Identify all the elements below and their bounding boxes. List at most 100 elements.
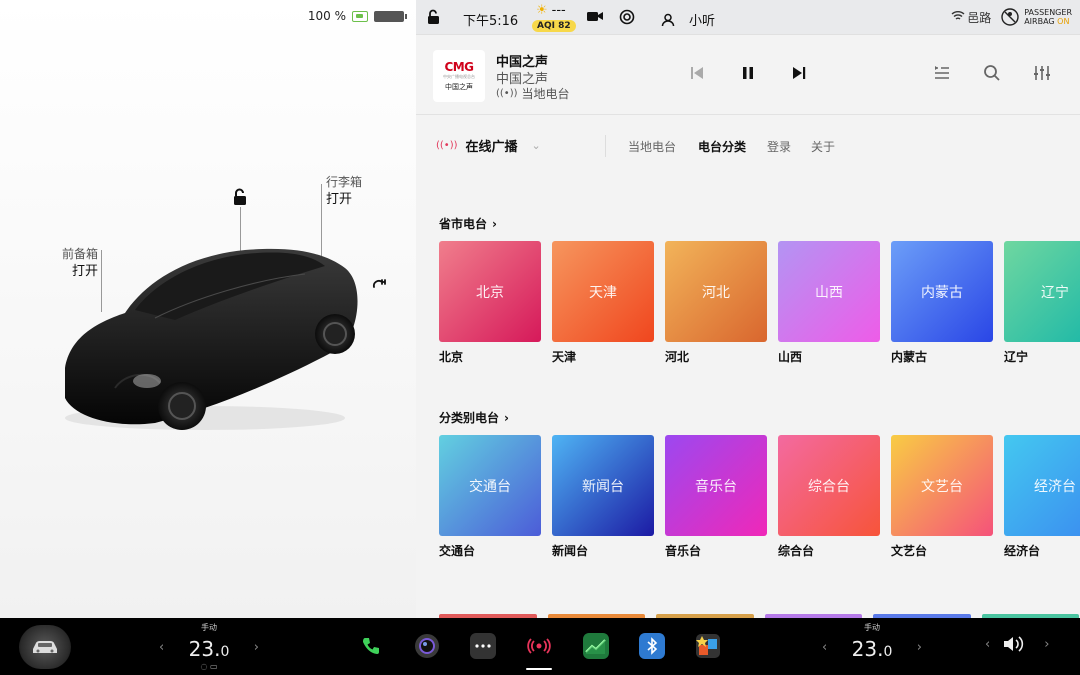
media-app: 下午5:16 ☀ --- AQI 82 小听 邑路 PASSENGER AIRB…: [416, 0, 1080, 618]
tile-art: 新闻台: [552, 435, 654, 536]
tab-station-categories[interactable]: 电台分类: [698, 138, 746, 155]
tile-art: 综合台: [778, 435, 880, 536]
phone-icon[interactable]: [358, 633, 384, 659]
radio-icon[interactable]: [526, 633, 552, 659]
tile-art: 交通台: [439, 435, 541, 536]
chevron-right-icon[interactable]: ›: [254, 640, 259, 655]
weather[interactable]: ☀ ---: [536, 3, 566, 18]
logo-name: 中国之声: [445, 83, 473, 91]
tile-art: 河北: [665, 241, 767, 342]
station-tile[interactable]: 辽宁 辽宁: [1004, 241, 1080, 365]
wifi-icon: [951, 10, 965, 24]
temp-decimal: 0: [220, 644, 230, 660]
tile-caption: 音乐台: [665, 544, 702, 558]
queue-icon[interactable]: [933, 64, 951, 82]
tile-caption: 新闻台: [552, 544, 589, 558]
search-icon[interactable]: [983, 64, 1001, 82]
station-logo[interactable]: CMG 中央广播电视总台 中国之声: [433, 50, 485, 102]
tab-login[interactable]: 登录: [767, 138, 791, 155]
game-icon[interactable]: [695, 633, 721, 659]
user-profile[interactable]: 小听: [661, 10, 715, 29]
provincial-row: 北京 北京 天津 天津 河北 河北 山西 山西 内蒙古 内蒙古 辽宁 辽宁: [439, 241, 1080, 365]
station-tile[interactable]: 河北 河北: [665, 241, 767, 365]
unlock-icon[interactable]: [231, 188, 249, 206]
tile-caption: 天津: [552, 350, 577, 364]
airbag-status: PASSENGER AIRBAG ON: [1001, 8, 1072, 26]
broadcast-icon: ((•)): [436, 140, 458, 151]
section-title: 省市电台: [439, 217, 488, 231]
tile-caption: 内蒙古: [891, 350, 928, 364]
tile-caption: 经济台: [1004, 544, 1041, 558]
airbag-line2: AIRBAG: [1024, 17, 1055, 26]
station-tile[interactable]: 内蒙古 内蒙古: [891, 241, 993, 365]
speaker-icon[interactable]: [1002, 635, 1026, 653]
temp-main: 23.: [851, 637, 884, 661]
status-bar: 下午5:16 ☀ --- AQI 82 小听 邑路 PASSENGER AIRB…: [416, 0, 1080, 35]
vehicle-panel: 100 % 行李箱 打开 前备箱 打开: [0, 0, 416, 618]
station-tile[interactable]: 交通台 交通台: [439, 435, 541, 559]
user-icon: [661, 13, 675, 26]
car-image[interactable]: [55, 238, 365, 438]
tab-about[interactable]: 关于: [811, 138, 835, 155]
airbag-line1: PASSENGER: [1024, 8, 1072, 17]
tile-caption: 辽宁: [1004, 350, 1029, 364]
station-tile[interactable]: 新闻台 新闻台: [552, 435, 654, 559]
trunk-callout[interactable]: 行李箱 打开: [326, 174, 362, 208]
chevron-left-icon[interactable]: ‹: [985, 637, 990, 652]
category-row: 交通台 交通台 新闻台 新闻台 音乐台 音乐台 综合台 综合台 文艺台 文艺台 经济台 经济…: [439, 435, 1080, 559]
passenger-climate[interactable]: 手动 ‹ 23.0 ›: [818, 620, 926, 674]
station-tile[interactable]: 经济台 经济台: [1004, 435, 1080, 559]
previous-button[interactable]: [688, 64, 706, 82]
car-button[interactable]: [19, 625, 71, 669]
bluetooth-icon[interactable]: [639, 633, 665, 659]
section-provincial-header[interactable]: 省市电台 ›: [439, 215, 497, 232]
station-tile[interactable]: 山西 山西: [778, 241, 880, 365]
tab-local-stations[interactable]: 当地电台: [628, 138, 676, 155]
more-icon[interactable]: [470, 633, 496, 659]
bottom-dock: 手动 ‹ 23.0 › ◌ ▭ 手动 ‹ 23.0 › ‹ ›: [0, 618, 1080, 675]
station-tile[interactable]: 综合台 综合台: [778, 435, 880, 559]
passenger-temp: 23.0: [818, 637, 926, 661]
active-app-indicator: [526, 668, 552, 670]
aqi-badge: AQI 82: [532, 20, 576, 32]
battery-status: 100 %: [308, 9, 407, 23]
chevron-right-icon[interactable]: ›: [917, 640, 922, 655]
pause-button[interactable]: [739, 64, 757, 82]
battery-icon: [374, 10, 407, 22]
chevron-down-icon: ⌄: [531, 139, 541, 152]
tile-caption: 综合台: [778, 544, 815, 558]
station-tile[interactable]: 音乐台 音乐台: [665, 435, 767, 559]
track-source: ((•)) 当地电台: [496, 85, 570, 102]
driver-climate[interactable]: 手动 ‹ 23.0 › ◌ ▭: [155, 620, 263, 674]
station-tile[interactable]: 天津 天津: [552, 241, 654, 365]
station-tile[interactable]: 文艺台 文艺台: [891, 435, 993, 559]
dashcam-icon[interactable]: [587, 10, 603, 22]
camera-icon[interactable]: [414, 633, 440, 659]
clock: 下午5:16: [463, 14, 519, 29]
tile-art: 音乐台: [665, 435, 767, 536]
seat-heat-icons: ◌ ▭: [200, 662, 218, 671]
broadcast-icon: ((•)): [496, 88, 518, 99]
equalizer-icon[interactable]: [1033, 64, 1051, 82]
unlock-icon[interactable]: [427, 9, 441, 25]
trunk-label: 行李箱: [326, 175, 363, 189]
chevron-right-icon[interactable]: ›: [1044, 637, 1049, 652]
sentry-icon[interactable]: [619, 9, 635, 25]
section-title: 分类别电台: [439, 411, 500, 425]
station-tile[interactable]: 北京 北京: [439, 241, 541, 365]
section-category-header[interactable]: 分类别电台 ›: [439, 409, 509, 426]
charge-port-icon[interactable]: [372, 276, 388, 292]
trunk-state: 打开: [326, 192, 353, 207]
weather-temp: ---: [551, 3, 566, 18]
chevron-right-icon: ›: [504, 410, 509, 425]
logo-text: CMG: [444, 60, 474, 74]
source-dropdown[interactable]: ((•)) 在线广播 ⌄: [436, 136, 541, 155]
driver-temp: 23.0: [155, 637, 263, 661]
stocks-icon[interactable]: [583, 633, 609, 659]
road-label: 邑路: [967, 10, 992, 25]
radio-tabbar: ((•)) 在线广播 ⌄ 当地电台 电台分类 登录 关于: [416, 130, 1080, 162]
next-button[interactable]: [790, 64, 808, 82]
tile-art: 北京: [439, 241, 541, 342]
tile-caption: 北京: [439, 350, 464, 364]
climate-mode: 手动: [864, 623, 880, 632]
